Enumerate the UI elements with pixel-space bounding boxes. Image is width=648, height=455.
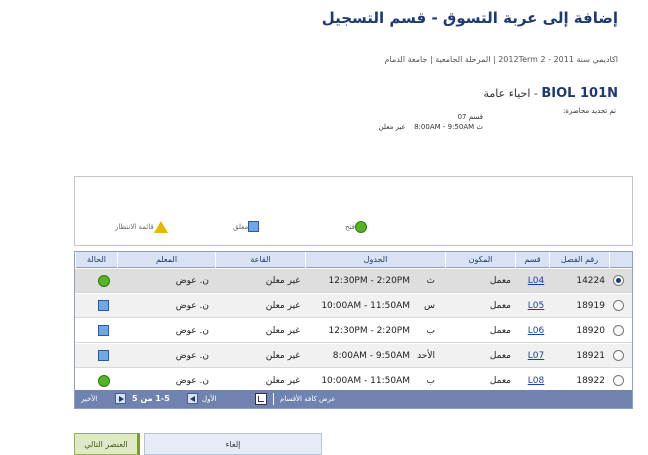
nav-first-button[interactable] [187, 393, 198, 404]
header-status: الحالة [75, 252, 117, 268]
header-section: قسم [515, 252, 549, 268]
class-number: 18921 [576, 351, 605, 361]
section-label: قسم 07 [457, 113, 483, 121]
closed-status-icon [98, 350, 109, 361]
schedule-time: 8:00AM - 9:50AM [332, 351, 410, 361]
instructor: ن. عوض [175, 326, 209, 336]
room: غير معلن [265, 326, 300, 336]
room: غير معلن [265, 276, 300, 286]
course-heading: BIOL 101N - احياء عامة [218, 86, 619, 101]
header-select [609, 252, 632, 268]
meeting-room: غير معلن [378, 123, 406, 131]
table-row[interactable]: 14224 L04 معمل ث 12:30PM - 2:20PM غير معلن ن. … [75, 269, 632, 293]
class-sections-grid: الحالة المعلم القاعة الجدول المكون قسم ر… [74, 251, 633, 409]
schedule-day: الأحد [417, 351, 435, 361]
class-number: 14224 [576, 276, 605, 286]
open-status-icon [354, 221, 367, 233]
section-link[interactable]: L07 [523, 344, 549, 368]
grid-header: الحالة المعلم القاعة الجدول المكون قسم ر… [75, 252, 632, 268]
view-all-link[interactable]: عرض كافة الأقسام [280, 390, 336, 408]
course-name: - احياء عامة [483, 87, 538, 100]
legend-closed: مغلق [233, 221, 260, 232]
select-radio[interactable] [613, 300, 624, 311]
header-schedule: الجدول [305, 252, 445, 268]
cancel-button[interactable]: إلغاء [144, 433, 322, 455]
header-room: القاعة [215, 252, 305, 268]
table-row[interactable]: 18919 L05 معمل س 10:00AM - 11:50AM غير معلن ن.… [75, 294, 632, 318]
closed-status-icon [98, 300, 109, 311]
meeting-day: ث [476, 123, 483, 131]
schedule-time: 12:30PM - 2:20PM [328, 276, 410, 286]
open-status-icon [98, 375, 110, 387]
legend-waitlist-label: قائمة الانتظار [115, 223, 154, 231]
schedule-day: ث [426, 276, 435, 286]
closed-status-icon [98, 325, 109, 336]
nav-last-label[interactable]: الأخير [81, 390, 97, 408]
course-code: BIOL 101N [541, 86, 618, 101]
pagination-range: 1-5 من 5 [132, 394, 170, 403]
legend-open-label: فتح [345, 223, 355, 231]
select-radio[interactable] [613, 375, 624, 386]
schedule-time: 12:30PM - 2:20PM [328, 326, 410, 336]
select-radio[interactable] [613, 275, 624, 286]
legend-waitlist: قائمة الانتظار [115, 221, 168, 233]
nav-first-label[interactable]: الأول [202, 390, 216, 408]
footer-divider [273, 393, 274, 405]
header-instructor: المعلم [117, 252, 215, 268]
instructor: ن. عوض [175, 276, 209, 286]
component: معمل [489, 276, 511, 286]
view-all-icon[interactable] [255, 393, 267, 405]
open-status-icon [98, 275, 110, 287]
table-row[interactable]: 18920 L06 معمل ب 12:30PM - 2:20PM غير معلن ن. … [75, 319, 632, 343]
grid-footer: الأخير 1-5 من 5 الأول عرض كافة الأقسام [75, 390, 632, 408]
header-class-number: رقم الفصل [549, 252, 609, 268]
section-link[interactable]: L05 [523, 294, 549, 318]
header-component: المكون [445, 252, 515, 268]
component: معمل [489, 301, 511, 311]
status-legend: فتح مغلق قائمة الانتظار [74, 176, 633, 246]
legend-closed-label: مغلق [233, 222, 249, 231]
class-number: 18920 [576, 326, 605, 336]
class-number: 18919 [576, 301, 605, 311]
select-radio[interactable] [613, 350, 624, 361]
section-link[interactable]: L06 [523, 319, 549, 343]
schedule-day: س [424, 301, 435, 311]
component: معمل [489, 326, 511, 336]
page-title: إضافة إلى عربة التسوق - قسم التسجيل [321, 9, 618, 27]
table-row[interactable]: 18921 L07 معمل الأحد 8:00AM - 9:50AM غير معلن… [75, 344, 632, 368]
section-link[interactable]: L04 [523, 269, 549, 293]
closed-status-icon [248, 221, 260, 232]
schedule-time: 10:00AM - 11:50AM [321, 301, 410, 311]
nav-last-button[interactable] [115, 393, 126, 404]
instructor: ن. عوض [175, 301, 209, 311]
room: غير معلن [265, 301, 300, 311]
schedule-day: ب [426, 326, 435, 336]
next-item-button[interactable]: العنصر التالي [74, 433, 140, 455]
select-radio[interactable] [613, 325, 624, 336]
section-info: قسم 07 ث 8:00AM - 9:50AM غير معلن [283, 112, 483, 132]
meeting-line: ث 8:00AM - 9:50AM غير معلن [283, 122, 483, 132]
breadcrumb: اكاديمي سنة 2011 - 2012Term 2 | المرحلة … [384, 55, 618, 64]
component: معمل [489, 351, 511, 361]
waitlist-status-icon [153, 221, 168, 233]
legend-open: فتح [345, 221, 367, 233]
meeting-time: 8:00AM - 9:50AM [414, 123, 475, 131]
instructor: ن. عوض [175, 351, 209, 361]
room: غير معلن [265, 351, 300, 361]
